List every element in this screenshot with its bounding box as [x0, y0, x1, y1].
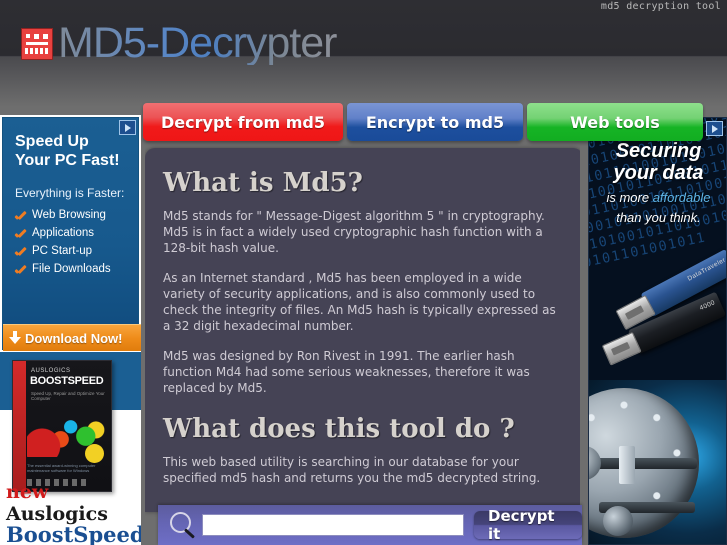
section-heading-what-does-this-tool-do: What does this tool do ? — [163, 414, 515, 444]
download-now-label: Download Now! — [25, 330, 123, 346]
check-icon — [15, 210, 26, 221]
bullet-label: Web Browsing — [32, 209, 106, 221]
right-ad[interactable]: 0100101101001011010010110100101101001011… — [580, 115, 727, 545]
search-input[interactable] — [202, 514, 464, 536]
right-ad-banner[interactable]: 0100101101001011010010110100101101001011… — [588, 117, 727, 545]
vault-door-image — [589, 380, 726, 544]
tab-web-tools[interactable]: Web tools — [526, 103, 703, 141]
right-ad-sub-line-1: is more affordable — [589, 190, 726, 205]
left-ad-bullet: File Downloads — [3, 260, 138, 278]
check-icon — [15, 246, 26, 257]
check-icon — [15, 264, 26, 275]
adchoices-icon[interactable] — [706, 121, 723, 136]
right-ad-sub-line-2: than you think. — [616, 210, 701, 225]
brand[interactable]: MD5-Decrypter — [22, 22, 337, 65]
page-title: MD5-Decrypter — [58, 19, 337, 67]
headline-line-2: your data — [613, 162, 704, 184]
caption-new: new — [6, 481, 49, 503]
left-ad-subhead: Everything is Faster: — [15, 186, 125, 200]
download-arrow-icon — [9, 331, 21, 345]
paragraph: Md5 was designed by Ron Rivest in 1991. … — [163, 349, 530, 395]
boxshot-footnote: The essential award-winning computer mai… — [27, 463, 96, 473]
boxshot-brand: AUSLOGICS — [31, 368, 71, 374]
left-ad[interactable]: Speed Up Your PC Fast! Everything is Fas… — [0, 115, 143, 545]
paragraph: As an Internet standard , Md5 has been e… — [163, 271, 556, 333]
decrypt-search-bar: Decrypt it — [158, 505, 582, 545]
usb-label: 4000 — [698, 299, 717, 313]
adchoices-icon[interactable] — [119, 120, 136, 135]
left-ad-caption-line2: BoostSpeed 5 — [6, 522, 141, 545]
left-ad-bullet: Applications — [3, 224, 138, 242]
magnifier-icon — [168, 510, 198, 540]
invader-logo-icon — [22, 28, 52, 59]
site-header: md5 decryption tool MD5-Decrypter — [0, 0, 727, 107]
paragraph: Md5 stands for " Message-Digest algorith… — [163, 209, 545, 255]
left-ad-rail — [141, 115, 145, 545]
sub-accent: affordable — [652, 190, 711, 205]
left-ad-product[interactable]: AUSLOGICS BOOSTSPEED Speed Up, Repair an… — [0, 352, 141, 545]
left-ad-headline: Speed Up Your PC Fast! — [15, 133, 120, 169]
left-ad-bullet: Web Browsing — [3, 206, 138, 224]
sub-text: is more — [606, 190, 653, 205]
main-nav: Decrypt from md5 Encrypt to md5 Web tool… — [143, 103, 703, 141]
boxshot-tagline: Speed Up, Repair and Optimize Your Compu… — [31, 391, 105, 401]
tab-decrypt-from-md5[interactable]: Decrypt from md5 — [143, 103, 343, 141]
boxshot-product: BOOSTSPEED — [30, 375, 104, 387]
decrypt-it-button[interactable]: Decrypt it — [474, 507, 582, 543]
left-ad-bullet: PC Start-up — [3, 242, 138, 260]
content-panel: What is Md5? Md5 stands for " Message-Di… — [145, 148, 583, 512]
section-heading-what-is-md5: What is Md5? — [163, 168, 363, 198]
headline-line-1: Securing — [615, 140, 702, 162]
left-ad-banner[interactable]: Speed Up Your PC Fast! Everything is Fas… — [2, 117, 141, 351]
corner-note: md5 decryption tool — [600, 1, 721, 12]
bullet-label: Applications — [32, 227, 95, 239]
tab-encrypt-to-md5[interactable]: Encrypt to md5 — [346, 103, 523, 141]
download-now-button[interactable]: Download Now! — [3, 324, 141, 351]
bullet-label: PC Start-up — [32, 245, 93, 257]
right-ad-headline: Securing your data — [589, 140, 726, 184]
bullet-label: File Downloads — [32, 263, 111, 275]
check-icon — [15, 228, 26, 239]
left-ad-caption-line1: new Auslogics — [6, 481, 141, 525]
product-boxshot: AUSLOGICS BOOSTSPEED Speed Up, Repair an… — [12, 360, 112, 492]
paragraph: This web based utility is searching in o… — [163, 455, 541, 485]
boxshot-badge — [85, 444, 104, 463]
